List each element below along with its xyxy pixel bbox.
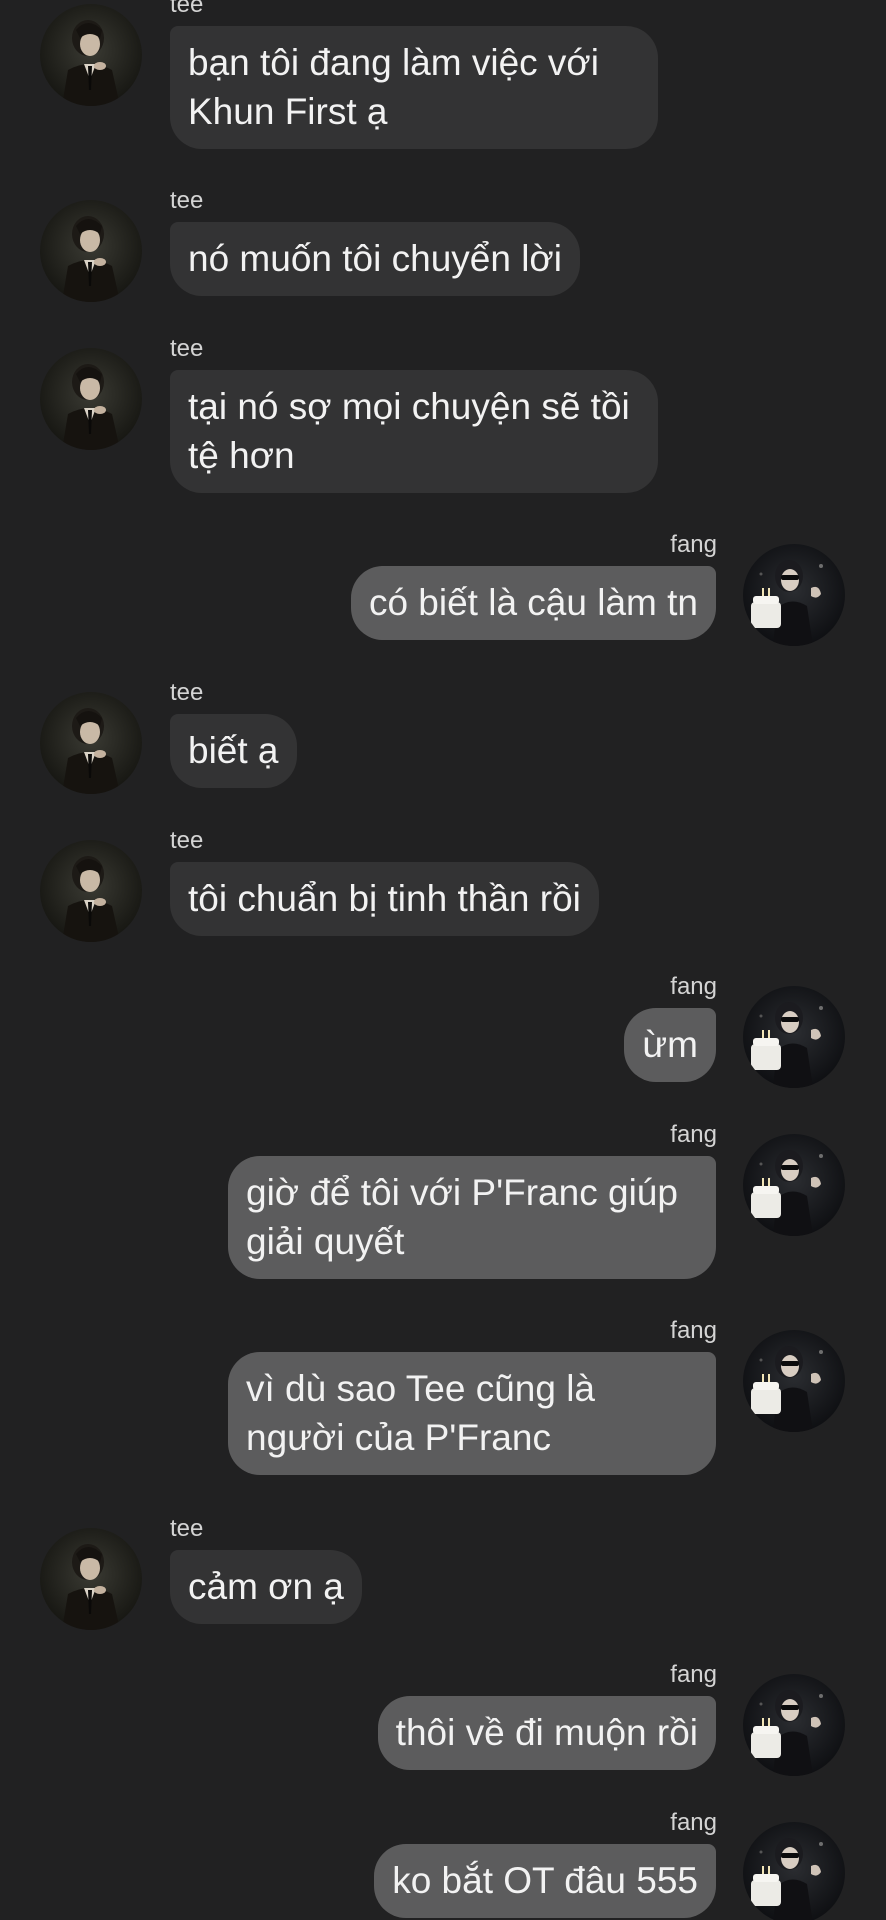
avatar-fang[interactable] bbox=[743, 1822, 845, 1920]
sender-name: tee bbox=[170, 827, 204, 854]
sender-name: tee bbox=[170, 335, 204, 362]
sender-name: fang bbox=[670, 531, 717, 558]
avatar-tee[interactable] bbox=[40, 692, 142, 794]
chat-thread: tee bạn tôi đang làm việc với Khun First… bbox=[0, 0, 886, 1920]
avatar-tee[interactable] bbox=[40, 1528, 142, 1630]
sender-name: tee bbox=[170, 187, 204, 214]
message-bubble[interactable]: ừm bbox=[624, 1008, 716, 1082]
avatar-fang[interactable] bbox=[743, 1330, 845, 1432]
avatar-tee[interactable] bbox=[40, 840, 142, 942]
sender-name: tee bbox=[170, 0, 204, 18]
sender-name: fang bbox=[670, 1317, 717, 1344]
sender-name: fang bbox=[670, 1809, 717, 1836]
avatar-tee[interactable] bbox=[40, 4, 142, 106]
message-bubble[interactable]: có biết là cậu làm tn bbox=[350, 566, 716, 640]
sender-name: fang bbox=[670, 1661, 717, 1688]
message-bubble[interactable]: cảm ơn ạ bbox=[170, 1550, 362, 1624]
message-bubble[interactable]: vì dù sao Tee cũng là người của P'Franc bbox=[228, 1352, 716, 1475]
sender-name: tee bbox=[170, 1515, 204, 1542]
sender-name: tee bbox=[170, 679, 204, 706]
message-bubble[interactable]: ko bắt OT đâu 555 bbox=[374, 1844, 716, 1918]
sender-name: fang bbox=[670, 1121, 717, 1148]
avatar-tee[interactable] bbox=[40, 200, 142, 302]
avatar-fang[interactable] bbox=[743, 986, 845, 1088]
avatar-fang[interactable] bbox=[743, 1674, 845, 1776]
avatar-tee[interactable] bbox=[40, 348, 142, 450]
avatar-fang[interactable] bbox=[743, 1134, 845, 1236]
message-bubble[interactable]: tại nó sợ mọi chuyện sẽ tồi tệ hơn bbox=[170, 370, 658, 493]
message-bubble[interactable]: biết ạ bbox=[170, 714, 297, 788]
message-bubble[interactable]: nó muốn tôi chuyển lời bbox=[170, 222, 580, 296]
message-bubble[interactable]: giờ để tôi với P'Franc giúp giải quyết bbox=[228, 1156, 716, 1279]
message-bubble[interactable]: tôi chuẩn bị tinh thần rồi bbox=[170, 862, 599, 936]
sender-name: fang bbox=[670, 973, 717, 1000]
avatar-fang[interactable] bbox=[743, 544, 845, 646]
message-bubble[interactable]: thôi về đi muộn rồi bbox=[377, 1696, 716, 1770]
message-bubble[interactable]: bạn tôi đang làm việc với Khun First ạ bbox=[170, 26, 658, 149]
